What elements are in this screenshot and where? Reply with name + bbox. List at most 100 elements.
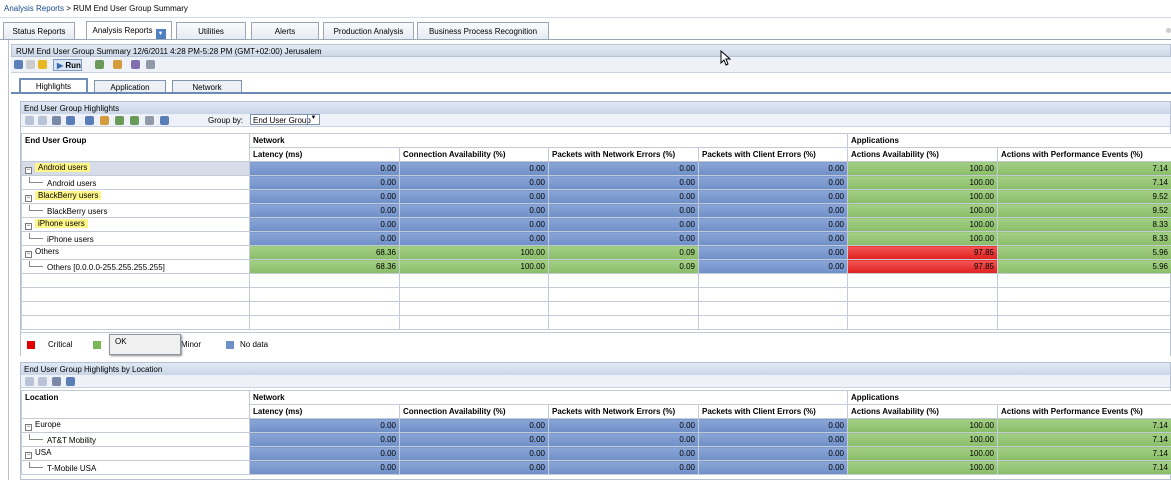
- column-header-performance-events[interactable]: Actions with Performance Events (%): [996, 147, 1171, 162]
- value-cell: 0.00: [399, 189, 549, 204]
- row-label-cell[interactable]: − iPhone users: [21, 217, 250, 232]
- export-icon[interactable]: [95, 60, 104, 69]
- print-icon[interactable]: [160, 116, 169, 125]
- row-label-cell[interactable]: − Europe: [21, 418, 250, 433]
- copy-icon[interactable]: [115, 116, 124, 125]
- table-row[interactable]: − Europe 0.00 0.00 0.00 0.00 100.00 7.14: [21, 418, 1171, 433]
- run-button[interactable]: ▶ Run: [53, 59, 82, 71]
- row-label-cell[interactable]: AT&T Mobility: [21, 432, 250, 447]
- value-cell: 5.96: [996, 245, 1171, 260]
- empty-cell: [21, 315, 250, 330]
- row-label-cell[interactable]: T-Mobile USA: [21, 460, 250, 475]
- column-header-network-errors[interactable]: Packets with Network Errors (%): [548, 404, 699, 419]
- filter-icon[interactable]: [14, 60, 23, 69]
- ok-tooltip[interactable]: OK: [109, 334, 181, 355]
- column-header-location[interactable]: Location: [21, 390, 250, 419]
- value-cell: 0.09: [548, 245, 699, 260]
- table-row[interactable]: iPhone users 0.00 0.00 0.00 0.00 100.00 8.33: [21, 231, 1171, 246]
- tab-analysis-reports[interactable]: Analysis Reports ▼: [86, 21, 172, 39]
- column-header-group[interactable]: End User Group: [21, 133, 250, 162]
- row-label-cell[interactable]: − Others: [21, 245, 250, 260]
- value-cell: 0.00: [698, 460, 848, 475]
- empty-cell: [399, 301, 549, 316]
- settings-icon[interactable]: [146, 60, 155, 69]
- table-row[interactable]: − USA 0.00 0.00 0.00 0.00 100.00 7.14: [21, 446, 1171, 461]
- tab-label: Network: [192, 83, 222, 92]
- grid-icon[interactable]: [52, 116, 61, 125]
- value-cell: 7.14: [996, 175, 1171, 190]
- tab-label: Production Analysis: [333, 27, 404, 36]
- edit-icon[interactable]: [131, 60, 140, 69]
- grid-icon[interactable]: [52, 377, 61, 386]
- empty-row: [21, 273, 1171, 288]
- tab-label: Utilities: [198, 27, 224, 36]
- star-icon[interactable]: [38, 60, 47, 69]
- column-header-performance-events[interactable]: Actions with Performance Events (%): [996, 404, 1171, 419]
- tree-collapse-icon[interactable]: −: [25, 167, 32, 174]
- select-icon[interactable]: [66, 116, 75, 125]
- table-row[interactable]: − BlackBerry users 0.00 0.00 0.00 0.00 100.00 9…: [21, 189, 1171, 204]
- expand-all-icon[interactable]: [25, 377, 34, 386]
- table-row[interactable]: − Android users 0.00 0.00 0.00 0.00 100.00 7.14: [21, 161, 1171, 176]
- legend-minor: Minor: [181, 340, 202, 349]
- resize-grip-icon[interactable]: [1166, 28, 1171, 33]
- tab-alerts[interactable]: Alerts: [251, 22, 319, 39]
- column-header-network-errors[interactable]: Packets with Network Errors (%): [548, 147, 699, 162]
- users-icon[interactable]: [100, 116, 109, 125]
- value-cell: 0.00: [399, 175, 549, 190]
- breadcrumb-parent-link[interactable]: Analysis Reports: [4, 4, 64, 13]
- column-header-latency[interactable]: Latency (ms): [249, 147, 400, 162]
- tab-label: Alerts: [274, 27, 296, 36]
- column-header-latency[interactable]: Latency (ms): [249, 404, 400, 419]
- select-icon[interactable]: [66, 377, 75, 386]
- tab-highlights[interactable]: Highlights: [19, 78, 88, 93]
- tab-label: Analysis Reports: [92, 26, 153, 35]
- column-header-actions-availability[interactable]: Actions Availability (%): [847, 147, 998, 162]
- column-header-connection-availability[interactable]: Connection Availability (%): [399, 404, 549, 419]
- empty-cell: [698, 287, 848, 302]
- legend-critical: Critical: [48, 340, 73, 349]
- tree-connector: [29, 434, 43, 440]
- tree-collapse-icon[interactable]: −: [25, 251, 32, 258]
- column-header-client-errors[interactable]: Packets with Client Errors (%): [698, 147, 848, 162]
- tree-collapse-icon[interactable]: −: [25, 195, 32, 202]
- chevron-down-icon: ▼: [307, 115, 319, 124]
- expand-all-icon[interactable]: [25, 116, 34, 125]
- collapse-all-icon[interactable]: [38, 116, 47, 125]
- row-label-cell[interactable]: − BlackBerry users: [21, 189, 250, 204]
- table-row[interactable]: AT&T Mobility 0.00 0.00 0.00 0.00 100.00 7.14: [21, 432, 1171, 447]
- dropdown-arrow-icon[interactable]: ▼: [155, 29, 166, 39]
- group-by-select[interactable]: End User Group ▼: [250, 114, 320, 125]
- user-icon[interactable]: [113, 60, 122, 69]
- tools-icon[interactable]: [145, 116, 154, 125]
- row-label-cell[interactable]: − Android users: [21, 161, 250, 176]
- table-row[interactable]: Android users 0.00 0.00 0.00 0.00 100.00 7.14: [21, 175, 1171, 190]
- value-cell: 0.00: [399, 217, 549, 232]
- row-label-cell[interactable]: BlackBerry users: [21, 203, 250, 218]
- table-row[interactable]: − Others 68.36 100.00 0.09 0.00 97.85 5.96: [21, 245, 1171, 260]
- column-header-actions-availability[interactable]: Actions Availability (%): [847, 404, 998, 419]
- row-label-cell[interactable]: − USA: [21, 446, 250, 461]
- tab-business-process-recognition[interactable]: Business Process Recognition: [417, 22, 549, 39]
- collapse-all-icon[interactable]: [38, 377, 47, 386]
- row-label-cell[interactable]: Android users: [21, 175, 250, 190]
- column-header-connection-availability[interactable]: Connection Availability (%): [399, 147, 549, 162]
- tree-connector: [29, 233, 43, 239]
- row-label-cell[interactable]: Others [0.0.0.0-255.255.255.255]: [21, 259, 250, 274]
- table-row[interactable]: T-Mobile USA 0.00 0.00 0.00 0.00 100.00 7.14: [21, 460, 1171, 475]
- row-label-cell[interactable]: iPhone users: [21, 231, 250, 246]
- tree-collapse-icon[interactable]: −: [25, 452, 32, 459]
- table-row[interactable]: Others [0.0.0.0-255.255.255.255] 68.36 100…: [21, 259, 1171, 274]
- chart-icon[interactable]: [85, 116, 94, 125]
- table-row[interactable]: BlackBerry users 0.00 0.00 0.00 0.00 100.00 9.…: [21, 203, 1171, 218]
- report-title: RUM End User Group Summary 12/6/2011 4:2…: [11, 44, 1171, 57]
- tab-production-analysis[interactable]: Production Analysis: [323, 22, 414, 39]
- table-row[interactable]: − iPhone users 0.00 0.00 0.00 0.00 100.00 8.33: [21, 217, 1171, 232]
- tab-status-reports[interactable]: Status Reports: [3, 22, 75, 39]
- tab-utilities[interactable]: Utilities: [176, 22, 246, 39]
- paste-icon[interactable]: [130, 116, 139, 125]
- tree-collapse-icon[interactable]: −: [25, 223, 32, 230]
- tree-collapse-icon[interactable]: −: [25, 424, 32, 431]
- column-header-client-errors[interactable]: Packets with Client Errors (%): [698, 404, 848, 419]
- value-cell: 0.00: [548, 189, 699, 204]
